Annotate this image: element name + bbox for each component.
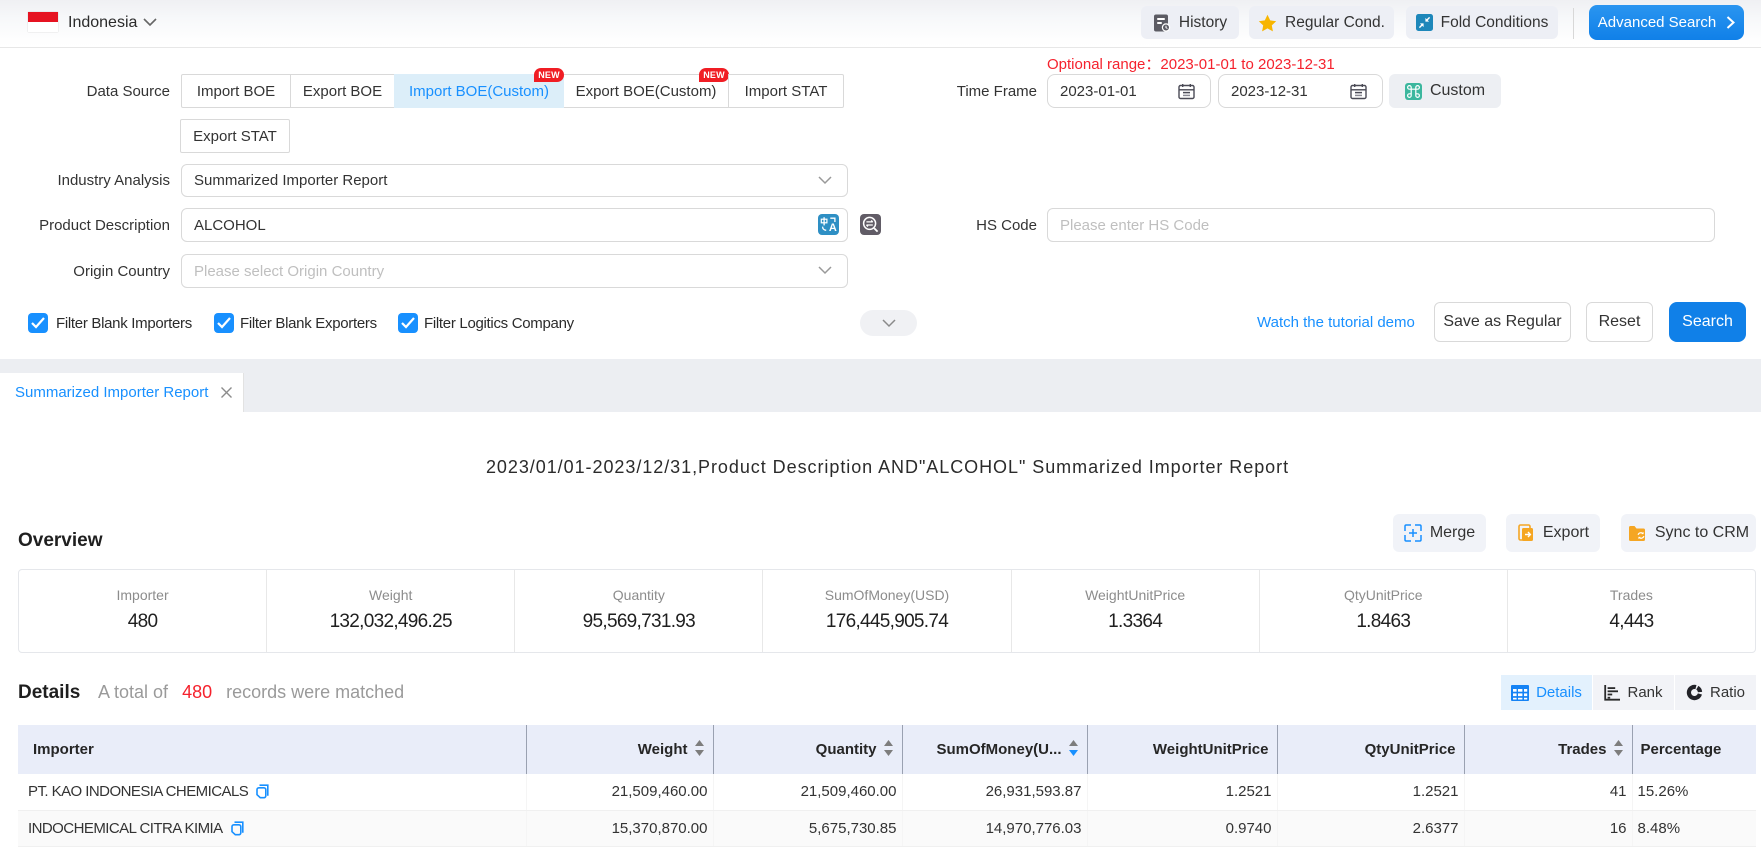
svg-text:A: A xyxy=(829,222,837,234)
